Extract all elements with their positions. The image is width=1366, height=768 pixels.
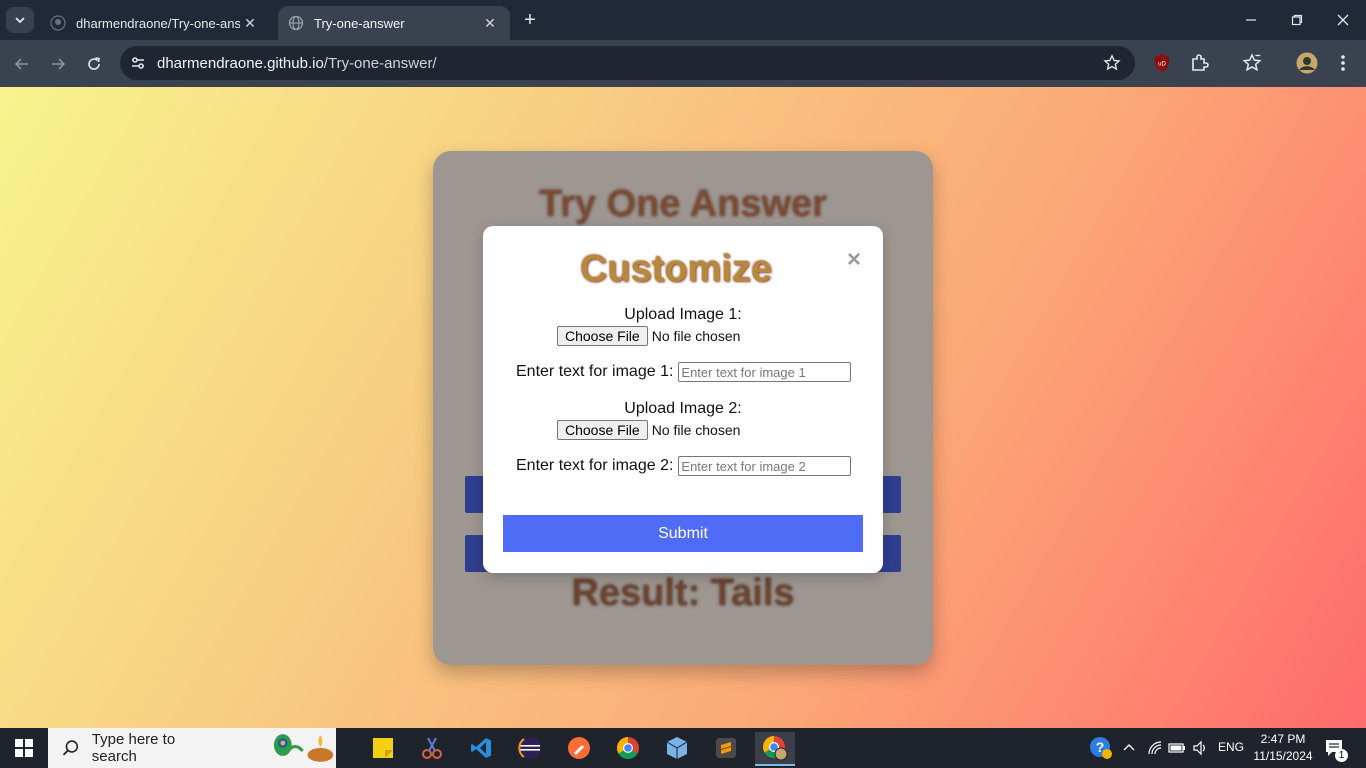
text-image-2-label: Enter text for image 2: [516, 457, 674, 474]
tab-title: dharmendraone/Try-one-answer [76, 15, 240, 31]
text-image-1-label: Enter text for image 1: [516, 363, 674, 380]
page-background: Try One Answer Result: Tails Customize ×… [0, 87, 1366, 728]
reload-icon[interactable] [82, 52, 106, 76]
text-row-2: Enter text for image 2: [516, 456, 852, 476]
chrome-icon[interactable] [608, 732, 648, 764]
clock-date[interactable]: 11/15/2024 [1248, 749, 1318, 763]
file-input-1[interactable]: Choose File No file chosen [557, 326, 740, 346]
github-icon [50, 15, 66, 31]
choose-file-button-1[interactable]: Choose File [557, 326, 648, 346]
battery-icon[interactable] [1166, 732, 1188, 764]
profile-avatar[interactable] [1296, 52, 1318, 74]
ublock-icon[interactable]: uD [1151, 52, 1173, 74]
back-icon[interactable] [10, 52, 34, 76]
submit-button[interactable]: Submit [503, 515, 863, 552]
close-icon[interactable]: ✕ [240, 15, 260, 32]
customize-modal: Customize × Upload Image 1: Choose File … [483, 226, 883, 573]
taskbar-search-box[interactable]: Type here to search [48, 728, 336, 768]
tab-github[interactable]: dharmendraone/Try-one-answer ✕ [40, 6, 270, 40]
upload-image-2-label: Upload Image 2: [624, 400, 742, 417]
site-info-icon[interactable] [128, 53, 148, 73]
taskbar-search-placeholder: Type here to search [91, 731, 176, 765]
browser-tab-bar: dharmendraone/Try-one-answer ✕ Try-one-a… [0, 0, 1366, 40]
forward-icon[interactable] [46, 52, 70, 76]
card-title: Try One Answer [539, 183, 827, 225]
search-icon [62, 740, 79, 756]
chevron-down-icon [15, 17, 25, 24]
text-image-2-input[interactable] [678, 456, 852, 476]
tab-search-button[interactable] [6, 7, 34, 33]
close-icon[interactable]: ✕ [480, 15, 500, 32]
help-icon[interactable]: ? [1084, 732, 1118, 764]
url-text: dharmendraone.github.io/Try-one-answer/ [157, 55, 437, 72]
svg-text:uD: uD [1158, 62, 1166, 68]
globe-icon [288, 15, 304, 31]
language-indicator[interactable]: ENG [1214, 740, 1248, 754]
snipping-tool-icon[interactable] [412, 732, 452, 764]
postman-icon[interactable] [559, 732, 599, 764]
minimize-icon[interactable] [1228, 0, 1274, 40]
url-path: /Try-one-answer/ [323, 55, 437, 72]
clock-time[interactable]: 2:47 PM [1248, 732, 1318, 746]
bookmark-star-icon[interactable] [1103, 54, 1121, 72]
peacock-diya-icon [273, 734, 334, 762]
chrome-profile-icon[interactable] [755, 732, 795, 766]
virtualbox-icon[interactable] [657, 732, 697, 764]
maximize-icon[interactable] [1274, 0, 1320, 40]
eclipse-icon[interactable] [510, 732, 550, 764]
bookmarks-icon[interactable] [1241, 52, 1263, 74]
sublime-text-icon[interactable] [706, 732, 746, 764]
notification-count: 1 [1335, 749, 1348, 762]
choose-file-button-2[interactable]: Choose File [557, 420, 648, 440]
result-text: Result: Tails [571, 572, 795, 614]
upload-image-1-label: Upload Image 1: [624, 306, 742, 323]
file-input-2[interactable]: Choose File No file chosen [557, 420, 740, 440]
windows-taskbar: Type here to search ? ENG 2:47 PM 11/15/… [0, 728, 1366, 768]
tab-title: Try-one-answer [314, 15, 405, 31]
menu-icon[interactable] [1332, 52, 1354, 74]
text-row-1: Enter text for image 1: [516, 362, 852, 382]
modal-title: Customize [579, 248, 773, 290]
tab-try-one-answer[interactable]: Try-one-answer ✕ [278, 6, 510, 40]
browser-toolbar: dharmendraone.github.io/Try-one-answer/ … [0, 40, 1366, 87]
text-image-1-input[interactable] [678, 362, 852, 382]
no-file-chosen-text: No file chosen [651, 328, 741, 344]
extensions-icon[interactable] [1188, 52, 1210, 74]
address-bar[interactable]: dharmendraone.github.io/Try-one-answer/ [120, 46, 1135, 80]
network-icon[interactable] [1144, 732, 1166, 764]
url-host: dharmendraone.github.io [157, 55, 324, 72]
plus-icon[interactable]: + [518, 9, 542, 33]
modal-close-icon[interactable]: × [845, 248, 863, 272]
chevron-up-icon[interactable] [1118, 732, 1140, 764]
window-close-icon[interactable] [1320, 0, 1366, 40]
sticky-notes-icon[interactable] [363, 732, 403, 764]
vscode-icon[interactable] [461, 732, 501, 764]
no-file-chosen-text: No file chosen [651, 422, 741, 438]
volume-icon[interactable] [1189, 732, 1211, 764]
notification-center-icon[interactable]: 1 [1320, 732, 1350, 764]
windows-start-icon[interactable] [0, 728, 48, 768]
